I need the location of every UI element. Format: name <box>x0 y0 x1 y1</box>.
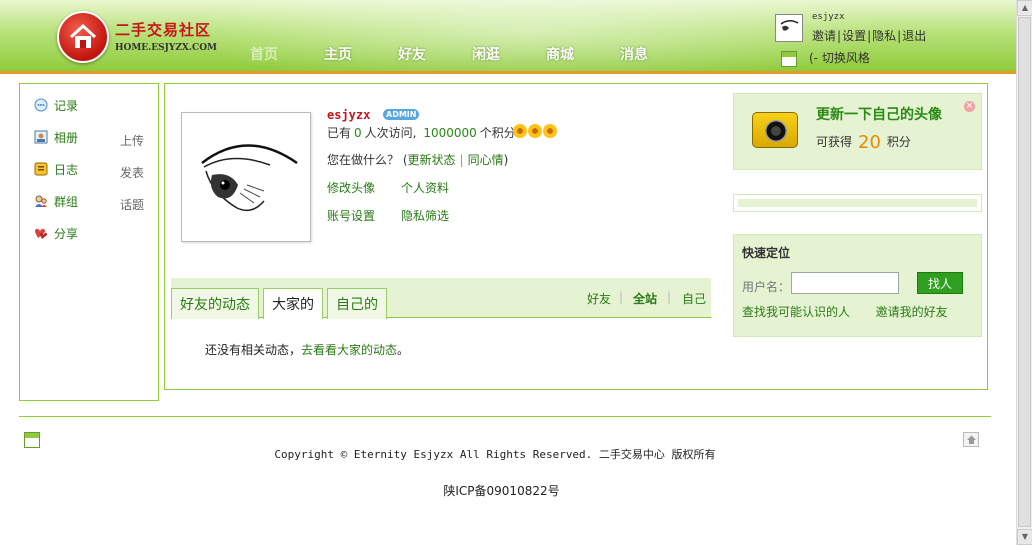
find-people-link[interactable]: 查找我可能认识的人 <box>742 305 850 319</box>
scroll-down-icon[interactable]: ▼ <box>1017 529 1032 545</box>
promo-title[interactable]: 更新一下自己的头像 <box>816 104 942 124</box>
sidebar-item-label[interactable]: 分享 <box>54 225 78 242</box>
switch-skin[interactable]: (- 切换风格 <box>781 49 870 67</box>
doing-prompt: 您在做什么？ <box>327 153 400 167</box>
status-prompt: 您在做什么？ (更新状态 | 同心情) <box>327 153 509 167</box>
empty-end: 。 <box>397 343 410 357</box>
logo-domain-text: HOME.ESJYZX.COM <box>115 43 217 53</box>
username-label: 用户名： <box>742 280 791 294</box>
promo-sub-prefix: 可获得 <box>816 135 853 149</box>
topic-link[interactable]: 话题 <box>120 196 144 213</box>
camera-icon <box>752 112 798 148</box>
back-to-top-icon[interactable] <box>963 432 979 447</box>
quick-links: 查找我可能认识的人 邀请我的好友 <box>742 303 948 320</box>
filter-divider: | <box>619 290 624 304</box>
find-user-button[interactable]: 找人 <box>917 272 963 294</box>
visits-prefix: 已有 <box>327 126 352 140</box>
sunflower-icon <box>528 124 542 138</box>
privacy-filter-link[interactable]: 隐私筛选 <box>401 207 449 224</box>
tab-my-feed[interactable]: 自己的 <box>327 288 387 319</box>
profile-avatar[interactable] <box>181 112 311 242</box>
upload-link[interactable]: 上传 <box>120 132 144 149</box>
record-icon <box>34 98 48 112</box>
points-value: 1000000 <box>423 126 477 140</box>
copyright-text: Copyright © Eternity Esjyzx All Rights R… <box>274 448 716 461</box>
logo-brand-text: 二手交易社区 <box>115 21 212 39</box>
icp-record[interactable]: 陕ICP备09010822号 <box>0 482 1003 499</box>
visits-mid: 人次访问, <box>364 126 417 140</box>
switch-skin-label[interactable]: (- 切换风格 <box>809 51 870 65</box>
promo-sub-suffix: 积分 <box>886 135 911 149</box>
invite-link[interactable]: 邀请 <box>812 29 836 43</box>
sidebar-item-label[interactable]: 群组 <box>54 193 78 210</box>
admin-badge: ADMIN <box>383 109 420 120</box>
vertical-scrollbar[interactable]: ▲ ▼ <box>1016 0 1032 545</box>
main-nav: 首页 主页 好友 闲逛 商城 消息 <box>250 44 694 64</box>
promo-points: 20 <box>858 132 881 153</box>
nav-profile[interactable]: 主页 <box>324 44 398 64</box>
post-blog-link[interactable]: 发表 <box>120 164 144 181</box>
filter-divider: | <box>667 290 672 304</box>
sidebar-item-label[interactable]: 日志 <box>54 161 78 178</box>
sunflower-icon <box>543 124 557 138</box>
points-suffix: 个积分 <box>479 126 516 140</box>
user-avatar[interactable] <box>775 14 803 42</box>
feed-tabs-bar: 好友的动态 大家的 自己的 好友 | 全站 | 自己 <box>171 278 711 319</box>
invite-friends-link[interactable]: 邀请我的好友 <box>876 305 948 319</box>
empty-box <box>733 194 982 212</box>
change-avatar-link[interactable]: 修改头像 <box>327 179 375 196</box>
visit-count: 0 <box>354 126 362 140</box>
footer-divider <box>19 416 991 417</box>
header-username[interactable]: esjyzx <box>812 12 845 22</box>
eye-avatar-icon <box>201 144 298 212</box>
account-settings-link[interactable]: 账号设置 <box>327 207 375 224</box>
same-mood-link[interactable]: 同心情 <box>468 153 504 167</box>
tab-friends-feed[interactable]: 好友的动态 <box>171 288 259 319</box>
share-icon <box>35 228 47 239</box>
blog-icon <box>34 162 48 176</box>
empty-text: 还没有相关动态， <box>205 343 302 357</box>
filter-all-site[interactable]: 全站 <box>633 290 657 307</box>
filter-friends[interactable]: 好友 <box>587 290 611 307</box>
house-logo-icon <box>57 11 109 63</box>
visit-stats: 已有 0 人次访问, 1000000 个积分 <box>327 124 516 141</box>
nav-browse[interactable]: 闲逛 <box>472 44 546 64</box>
logout-link[interactable]: 退出 <box>902 29 926 43</box>
quick-locate-box: 快速定位 用户名： 找人 查找我可能认识的人 邀请我的好友 <box>733 234 982 337</box>
rank-icon <box>513 124 558 138</box>
empty-feed-message: 还没有相关动态，去看看大家的动态。 <box>205 341 409 358</box>
promo-reward: 可获得 20 积分 <box>816 132 911 153</box>
close-icon[interactable]: × <box>964 101 975 112</box>
quick-locate-title: 快速定位 <box>742 246 791 260</box>
scroll-up-icon[interactable]: ▲ <box>1017 0 1032 16</box>
filter-self[interactable]: 自己 <box>682 290 706 307</box>
see-everyone-link[interactable]: 去看看大家的动态 <box>301 343 397 357</box>
update-status-link[interactable]: 更新状态 <box>408 153 456 167</box>
main-panel: esjyzx ADMIN 已有 0 人次访问, 1000000 个积分 您在做什么？ … <box>164 83 988 390</box>
left-sidebar: 记录 相册 上传 日志 发表 群组 话题 分享 <box>19 83 159 401</box>
nav-mall[interactable]: 商城 <box>546 44 620 64</box>
privacy-link[interactable]: 隐私 <box>872 29 896 43</box>
avatar-promo-card: 更新一下自己的头像 可获得 20 积分 × <box>733 93 982 170</box>
group-icon <box>35 195 47 207</box>
nav-friends[interactable]: 好友 <box>398 44 472 64</box>
site-logo[interactable]: 二手交易社区 HOME.ESJYZX.COM <box>57 9 217 65</box>
username-search-input[interactable] <box>791 272 899 294</box>
profile-info-link[interactable]: 个人资料 <box>401 179 449 196</box>
sidebar-item-label[interactable]: 记录 <box>54 97 78 114</box>
skin-icon <box>781 50 797 67</box>
nav-messages[interactable]: 消息 <box>620 44 694 64</box>
album-icon <box>34 130 48 144</box>
sunflower-icon <box>513 124 527 138</box>
settings-link[interactable]: 设置 <box>842 29 866 43</box>
user-links: 邀请|设置|隐私|退出 <box>812 29 927 43</box>
nav-home[interactable]: 首页 <box>250 44 324 64</box>
scroll-thumb[interactable] <box>1018 17 1031 527</box>
sidebar-item-label[interactable]: 相册 <box>54 129 78 146</box>
profile-username[interactable]: esjyzx <box>327 108 370 122</box>
tab-everyone-feed[interactable]: 大家的 <box>263 288 323 319</box>
